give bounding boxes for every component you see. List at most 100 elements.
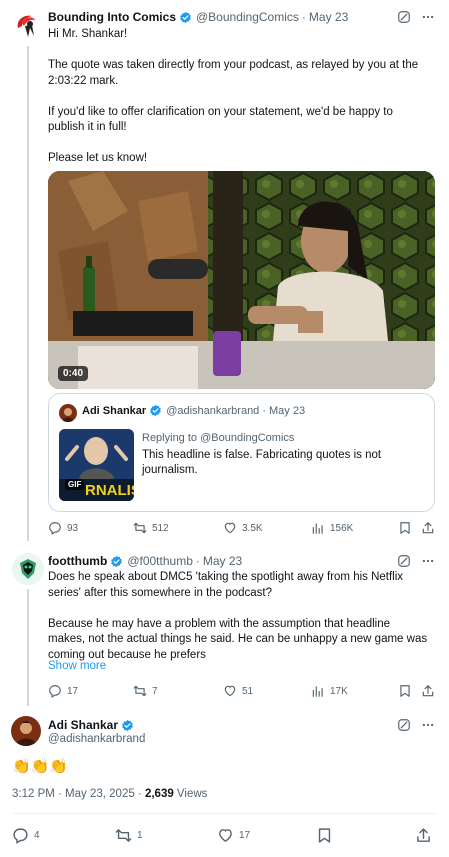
avatar[interactable] xyxy=(12,553,44,585)
gif-badge: GIF xyxy=(65,479,85,490)
gif-frame: RNALIS xyxy=(59,429,134,501)
bookmark-icon xyxy=(400,685,410,697)
avatar[interactable] xyxy=(12,10,44,42)
quote-avatar[interactable] xyxy=(59,404,77,422)
tweet-date[interactable]: May 23 xyxy=(309,10,348,24)
quote-text: This headline is false. Fabricating quot… xyxy=(142,449,382,476)
author-name[interactable]: Bounding Into Comics xyxy=(48,10,176,24)
share-button[interactable] xyxy=(421,520,435,536)
quote-tweet[interactable]: Adi Shankar @adishankarbrand · May 23 RN… xyxy=(48,393,435,512)
views-count: 17K xyxy=(330,685,348,697)
author-handle[interactable]: @BoundingComics xyxy=(196,10,299,24)
views-count: 2,639 xyxy=(144,788,174,800)
verified-icon xyxy=(122,719,133,731)
views-button[interactable]: 156K xyxy=(311,520,353,536)
views-count: 156K xyxy=(330,522,354,534)
author-handle[interactable]: @adishankarbrand xyxy=(48,733,145,745)
verified-icon xyxy=(180,11,191,23)
reply-button[interactable]: 4 xyxy=(12,826,40,844)
share-button[interactable] xyxy=(421,683,435,699)
views-icon xyxy=(312,523,323,534)
share-icon xyxy=(417,827,430,842)
reply-button[interactable]: 17 xyxy=(48,683,78,699)
like-count: 17 xyxy=(239,829,251,841)
verified-icon xyxy=(150,404,162,417)
tweet-actions: 17 7 51 17K xyxy=(48,683,438,699)
more-icon[interactable] xyxy=(421,10,435,24)
author-name[interactable]: Adi Shankar xyxy=(48,718,118,732)
grok-icon[interactable] xyxy=(397,554,411,568)
like-icon xyxy=(219,828,232,842)
reply-button[interactable]: 93 xyxy=(48,520,78,536)
bookmark-button[interactable] xyxy=(398,683,412,699)
tweet-header: Bounding Into Comics @BoundingComics · M… xyxy=(48,8,348,26)
tweet-header: footthumb @f00tthumb · May 23 xyxy=(48,552,242,570)
grok-icon[interactable] xyxy=(397,718,411,732)
like-icon xyxy=(224,685,236,697)
tweet-footthumb[interactable]: footthumb @f00tthumb · May 23 Does he sp… xyxy=(0,548,449,708)
bookmark-icon xyxy=(318,827,331,843)
quote-author-handle: @adishankarbrand xyxy=(166,404,260,417)
author-name[interactable]: footthumb xyxy=(48,554,107,568)
tweet-header: Adi Shankar xyxy=(48,716,138,734)
share-icon xyxy=(422,522,434,534)
tweet-bounding-into-comics[interactable]: Bounding Into Comics @BoundingComics · M… xyxy=(0,0,449,545)
repost-count: 512 xyxy=(152,522,169,534)
quote-replying-to: Replying to @BoundingComics xyxy=(142,432,295,444)
video-frame xyxy=(48,171,435,389)
repost-icon xyxy=(115,828,132,842)
tweet-time: 3:12 PM · May 23, 2025 · xyxy=(12,788,145,800)
views-button[interactable]: 17K xyxy=(311,683,348,699)
quote-header: Adi Shankar @adishankarbrand · May 23 xyxy=(82,404,305,417)
tweet-video[interactable]: 0:40 xyxy=(48,171,435,389)
share-icon xyxy=(422,685,434,697)
grok-icon[interactable] xyxy=(397,10,411,24)
tweet-timestamp[interactable]: 3:12 PM · May 23, 2025 · 2,639 Views xyxy=(12,788,207,800)
repost-count: 7 xyxy=(152,685,158,697)
more-icon[interactable] xyxy=(421,554,435,568)
bookmark-button[interactable] xyxy=(316,826,333,844)
like-button[interactable]: 3.5K xyxy=(223,520,263,536)
reply-count: 93 xyxy=(67,522,79,534)
header-icons xyxy=(397,718,435,732)
tweet-text: Hi Mr. Shankar! The quote was taken dire… xyxy=(48,28,419,164)
share-button[interactable] xyxy=(415,826,432,844)
thread-line xyxy=(27,46,29,541)
bookmark-icon xyxy=(400,522,410,534)
author-handle[interactable]: @f00tthumb xyxy=(127,554,193,568)
like-count: 51 xyxy=(242,685,254,697)
repost-icon xyxy=(133,522,147,534)
show-more-link[interactable]: Show more xyxy=(48,660,106,672)
reply-icon xyxy=(49,685,61,698)
separator-dot: · xyxy=(301,10,306,24)
reply-count: 4 xyxy=(34,829,40,841)
thread-line xyxy=(27,589,29,706)
tweet-actions: 93 512 3.5K 156K xyxy=(48,520,438,536)
views-icon xyxy=(312,686,323,697)
gif-caption: RNALIS xyxy=(85,482,134,499)
tweet-text: 👏👏👏 xyxy=(12,758,69,775)
bookmark-button[interactable] xyxy=(398,520,412,536)
like-button[interactable]: 51 xyxy=(223,683,253,699)
reply-icon xyxy=(13,827,28,844)
quote-author-name[interactable]: Adi Shankar xyxy=(82,405,146,417)
header-icons xyxy=(397,10,435,24)
main-tweet-actions: 4 1 17 xyxy=(12,826,437,844)
views-label: Views xyxy=(173,788,208,800)
like-icon xyxy=(224,522,236,534)
repost-button[interactable]: 1 xyxy=(115,826,143,844)
like-button[interactable]: 17 xyxy=(217,826,250,844)
repost-button[interactable]: 512 xyxy=(133,520,169,536)
tweet-date[interactable]: May 23 xyxy=(203,554,242,568)
header-icons xyxy=(397,554,435,568)
quote-gif[interactable]: RNALIS GIF xyxy=(59,429,134,501)
more-icon[interactable] xyxy=(421,718,435,732)
tweet-text: Does he speak about DMC5 'taking the spo… xyxy=(48,571,428,661)
avatar[interactable] xyxy=(11,716,41,746)
repost-count: 1 xyxy=(137,829,143,841)
separator-dot: · xyxy=(195,554,200,568)
repost-button[interactable]: 7 xyxy=(133,683,158,699)
reply-icon xyxy=(49,522,61,535)
video-duration: 0:40 xyxy=(58,366,89,381)
like-count: 3.5K xyxy=(242,522,263,534)
